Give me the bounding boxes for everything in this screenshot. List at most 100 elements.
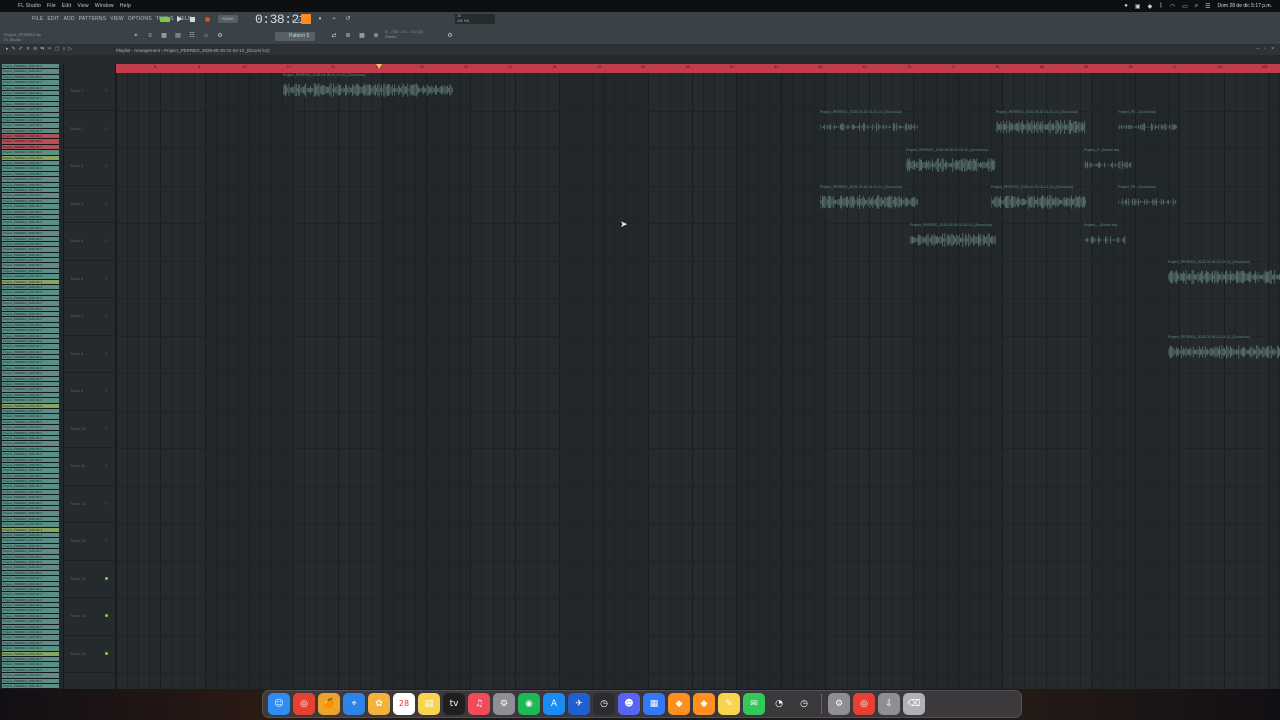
track-mute-led[interactable] bbox=[105, 539, 108, 542]
dock-clock-icon[interactable]: ◷ bbox=[793, 693, 815, 715]
track-mute-led[interactable] bbox=[105, 576, 108, 580]
song-mode-button[interactable]: SONG bbox=[218, 15, 238, 23]
timeline-ruler[interactable]: 5 9 13 17 21 25 29 33 37 41 45 49 53 57 61 65 69 73 77 81 85… bbox=[116, 64, 1280, 73]
stop-icon[interactable] bbox=[190, 17, 195, 22]
dock-discord-icon[interactable]: ☻ bbox=[618, 693, 640, 715]
menu-options[interactable]: OPTIONS bbox=[128, 16, 152, 22]
dock-preferences-icon[interactable]: ⚙ bbox=[828, 693, 850, 715]
track-header[interactable]: Track 14 bbox=[64, 561, 116, 598]
track-mute-led[interactable] bbox=[105, 426, 108, 430]
plugin-icon[interactable]: ⚙ bbox=[216, 32, 224, 40]
metronome-button[interactable] bbox=[301, 14, 311, 24]
track-mute-led[interactable] bbox=[105, 126, 108, 130]
dock-settings-icon[interactable]: ⚙ bbox=[493, 693, 515, 715]
track-header[interactable]: Track 6 bbox=[64, 261, 116, 298]
track-mute-led[interactable] bbox=[105, 164, 108, 167]
audio-clip[interactable]: Project_PERREO_2025-09-30 01-02-10_(Dcom… bbox=[1168, 260, 1280, 290]
battery-icon[interactable]: ▭ bbox=[1182, 3, 1188, 10]
playlist-icon[interactable]: ☷ bbox=[188, 32, 196, 40]
settings-icon[interactable]: ⚙ bbox=[446, 32, 454, 40]
audio-clip[interactable]: Project_PERREO_2025-09-30 01-02-10_(Dcom… bbox=[283, 73, 453, 103]
playhead-marker[interactable] bbox=[376, 64, 382, 69]
dock-trash-icon[interactable]: ⌫ bbox=[903, 693, 925, 715]
dock-tv-icon[interactable]: tv bbox=[443, 693, 465, 715]
audio-clip[interactable]: Project_PE...(Dcomi loz) bbox=[1118, 110, 1178, 140]
dock-app-store-icon[interactable]: A bbox=[543, 693, 565, 715]
draw-tool-icon[interactable]: ✎ bbox=[12, 46, 16, 52]
record-icon[interactable] bbox=[205, 17, 210, 22]
track-header[interactable]: Track 8 bbox=[64, 336, 116, 373]
audio-clip[interactable]: Project_PERREO_2025-09-30 01-02-10_(Dcom… bbox=[991, 185, 1086, 215]
dropbox-icon[interactable]: ◆ bbox=[1148, 3, 1153, 10]
track-mute-led[interactable] bbox=[105, 501, 108, 505]
record-status-icon[interactable]: ● bbox=[1124, 3, 1128, 9]
dock-notes-icon[interactable]: ▤ bbox=[418, 693, 440, 715]
playlist-menu-icon[interactable]: ▸ bbox=[6, 46, 9, 52]
menubar-app-1[interactable]: File bbox=[47, 3, 56, 9]
track-mute-led[interactable] bbox=[105, 89, 108, 92]
dock-activity-icon[interactable]: ◔ bbox=[768, 693, 790, 715]
track-header[interactable]: Track 12 bbox=[64, 486, 116, 523]
track-header[interactable]: Track 15 bbox=[64, 598, 116, 636]
wait-icon[interactable]: ⏸ bbox=[316, 15, 324, 23]
arrangement-area[interactable]: 5 9 13 17 21 25 29 33 37 41 45 49 53 57 61 65 69 73 77 81 85… bbox=[116, 64, 1280, 689]
zoom-tool-icon[interactable]: ⌕ bbox=[62, 46, 65, 52]
dock-messages-icon[interactable]: ✉ bbox=[743, 693, 765, 715]
track-header[interactable]: Track 7 bbox=[64, 298, 116, 336]
track-header[interactable]: Track 16 bbox=[64, 636, 116, 673]
track-header[interactable]: Track 13 bbox=[64, 523, 116, 561]
track-mute-led[interactable] bbox=[105, 239, 108, 242]
bluetooth-icon[interactable]: ᛒ bbox=[1159, 3, 1163, 9]
mixer-icon[interactable]: ≡ bbox=[146, 32, 154, 40]
shift-icon[interactable]: ⇄ bbox=[330, 32, 338, 40]
dock-fl-studio-2-icon[interactable]: ◆ bbox=[693, 693, 715, 715]
audio-clip[interactable]: Project_PERREO_2025-09-30 01-02-10_(Dcom… bbox=[820, 110, 918, 140]
track-header[interactable]: Track 2 bbox=[64, 111, 116, 148]
maximize-icon[interactable]: ▫ bbox=[1264, 46, 1266, 52]
paint-tool-icon[interactable]: ✐ bbox=[19, 46, 23, 52]
track-mute-led[interactable] bbox=[105, 314, 108, 317]
dock-files-icon[interactable]: ▦ bbox=[643, 693, 665, 715]
track-header[interactable]: Track 4 bbox=[64, 186, 116, 223]
pattern-selector[interactable]: Pattern 5 bbox=[275, 32, 315, 41]
select-tool-icon[interactable]: ▢ bbox=[55, 46, 60, 52]
grid-icon[interactable]: ▦ bbox=[358, 32, 366, 40]
minimize-icon[interactable]: – bbox=[1257, 46, 1260, 52]
loop-record-icon[interactable]: ↺ bbox=[344, 15, 352, 23]
close-icon[interactable]: × bbox=[1271, 46, 1274, 52]
dock-calendar-icon[interactable]: 28 bbox=[393, 693, 415, 715]
menu-patterns[interactable]: PATTERNS bbox=[79, 16, 107, 22]
track-mute-led[interactable] bbox=[105, 651, 108, 655]
dock-downloads-icon[interactable]: ⇩ bbox=[878, 693, 900, 715]
slip-tool-icon[interactable]: ⇆ bbox=[40, 46, 44, 52]
mute-tool-icon[interactable]: ⊘ bbox=[33, 46, 37, 52]
track-mute-led[interactable] bbox=[105, 276, 108, 280]
track-header[interactable]: Track 11 bbox=[64, 448, 116, 486]
screen-icon[interactable]: ▣ bbox=[1135, 3, 1141, 10]
dock-fl-icon[interactable]: 🍊 bbox=[318, 693, 340, 715]
link-icon[interactable]: ⊕ bbox=[372, 32, 380, 40]
track-mute-led[interactable] bbox=[105, 614, 108, 617]
dock-dashboard-icon[interactable]: ◷ bbox=[593, 693, 615, 715]
menubar-app-3[interactable]: View bbox=[77, 3, 89, 9]
menubar-app-2[interactable]: Edit bbox=[62, 3, 71, 9]
track-header[interactable]: Track 9 bbox=[64, 373, 116, 411]
search-icon[interactable]: ⌕ bbox=[1195, 3, 1198, 10]
track-header[interactable]: Track 5 bbox=[64, 223, 116, 261]
track-mute-led[interactable] bbox=[105, 201, 108, 205]
wifi-icon[interactable]: ◠ bbox=[1170, 3, 1175, 10]
control-center-icon[interactable]: ☰ bbox=[1205, 3, 1210, 10]
menu-edit[interactable]: EDIT bbox=[47, 16, 59, 22]
dock-music-icon[interactable]: ♫ bbox=[468, 693, 490, 715]
pat-song-led[interactable] bbox=[160, 17, 170, 22]
menubar-app-4[interactable]: Window bbox=[95, 3, 114, 9]
audio-clip[interactable]: Project_P...(Dcomi loz) bbox=[1084, 148, 1132, 178]
slice-tool-icon[interactable]: ✂ bbox=[48, 46, 52, 52]
track-header[interactable]: Track 10 bbox=[64, 411, 116, 448]
dock-fl-studio-icon[interactable]: ◆ bbox=[668, 693, 690, 715]
dock-chrome-icon[interactable]: ◎ bbox=[293, 693, 315, 715]
delete-tool-icon[interactable]: ✕ bbox=[26, 46, 30, 52]
track-mute-led[interactable] bbox=[105, 351, 108, 355]
track-mute-led[interactable] bbox=[105, 464, 108, 467]
track-mute-led[interactable] bbox=[105, 389, 108, 392]
